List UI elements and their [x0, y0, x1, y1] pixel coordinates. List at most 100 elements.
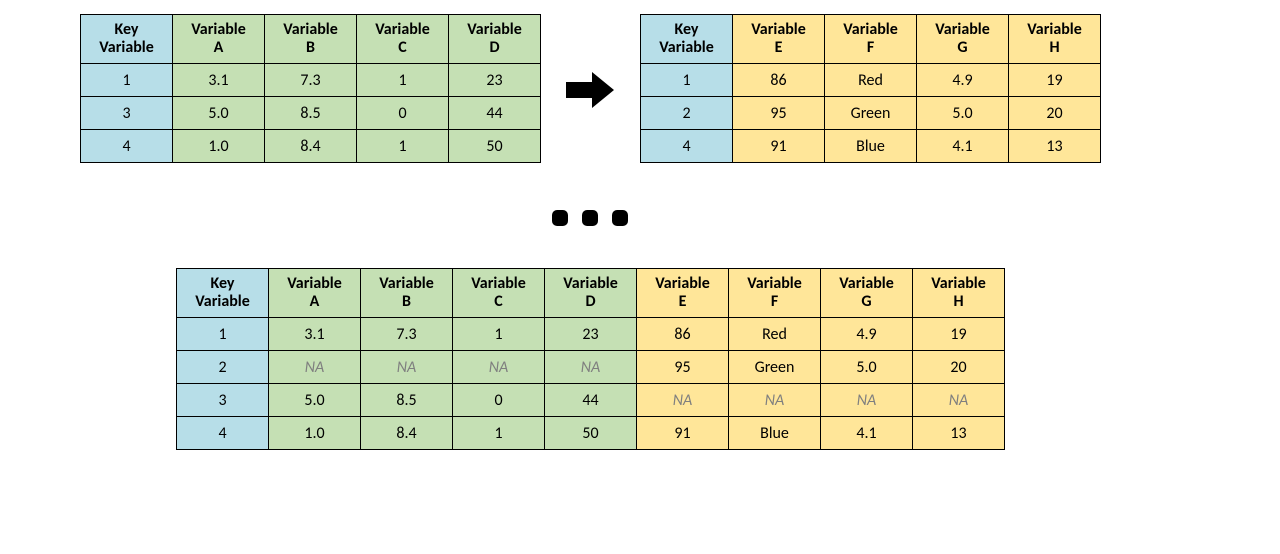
data-cell: Blue [729, 417, 821, 450]
key-cell: 3 [81, 97, 173, 130]
col-header-key: Key Variable [641, 15, 733, 64]
data-cell: 3.1 [173, 64, 265, 97]
data-cell: 8.5 [361, 384, 453, 417]
na-cell: NA [637, 384, 729, 417]
col-header-key: Key Variable [177, 269, 269, 318]
table-row: 1 86 Red 4.9 19 [641, 64, 1101, 97]
data-cell: 8.5 [265, 97, 357, 130]
data-cell: 86 [637, 318, 729, 351]
data-cell: 0 [357, 97, 449, 130]
data-cell: 20 [1009, 97, 1101, 130]
table-row: 2 NA NA NA NA 95 Green 5.0 20 [177, 351, 1005, 384]
data-cell: 1 [453, 318, 545, 351]
table-header-row: Key Variable Variable A Variable B Varia… [177, 269, 1005, 318]
data-cell: 86 [733, 64, 825, 97]
key-cell: 1 [641, 64, 733, 97]
key-cell: 3 [177, 384, 269, 417]
col-header-a: Variable A [173, 15, 265, 64]
key-cell: 2 [641, 97, 733, 130]
na-cell: NA [913, 384, 1005, 417]
data-cell: 23 [545, 318, 637, 351]
data-cell: Red [729, 318, 821, 351]
data-cell: Blue [825, 130, 917, 163]
col-header-c: Variable C [357, 15, 449, 64]
key-cell: 4 [177, 417, 269, 450]
na-cell: NA [729, 384, 821, 417]
table-header-row: Key Variable Variable A Variable B Varia… [81, 15, 541, 64]
data-cell: 1.0 [173, 130, 265, 163]
col-header-f: Variable F [825, 15, 917, 64]
data-cell: 50 [545, 417, 637, 450]
data-cell: 1.0 [269, 417, 361, 450]
na-cell: NA [361, 351, 453, 384]
col-header-d: Variable D [449, 15, 541, 64]
data-cell: 13 [1009, 130, 1101, 163]
merged-table: Key Variable Variable A Variable B Varia… [176, 268, 1005, 450]
col-header-f: Variable F [729, 269, 821, 318]
table-row: 1 3.1 7.3 1 23 86 Red 4.9 19 [177, 318, 1005, 351]
col-header-b: Variable B [265, 15, 357, 64]
data-cell: 4.9 [821, 318, 913, 351]
data-cell: 23 [449, 64, 541, 97]
na-cell: NA [545, 351, 637, 384]
col-header-c: Variable C [453, 269, 545, 318]
data-cell: 8.4 [361, 417, 453, 450]
left-table: Key Variable Variable A Variable B Varia… [80, 14, 541, 163]
data-cell: 13 [913, 417, 1005, 450]
data-cell: 5.0 [821, 351, 913, 384]
diagram-canvas: Key Variable Variable A Variable B Varia… [0, 0, 1280, 554]
data-cell: 19 [1009, 64, 1101, 97]
table-row: 1 3.1 7.3 1 23 [81, 64, 541, 97]
table-row: 4 1.0 8.4 1 50 91 Blue 4.1 13 [177, 417, 1005, 450]
data-cell: 95 [637, 351, 729, 384]
na-cell: NA [269, 351, 361, 384]
col-header-e: Variable E [733, 15, 825, 64]
table-row: 2 95 Green 5.0 20 [641, 97, 1101, 130]
key-cell: 4 [641, 130, 733, 163]
data-cell: Red [825, 64, 917, 97]
table-row: 4 91 Blue 4.1 13 [641, 130, 1101, 163]
col-header-g: Variable G [821, 269, 913, 318]
col-header-key: Key Variable [81, 15, 173, 64]
data-cell: 1 [453, 417, 545, 450]
data-cell: 5.0 [917, 97, 1009, 130]
data-cell: 1 [357, 130, 449, 163]
data-cell: 7.3 [265, 64, 357, 97]
data-cell: Green [729, 351, 821, 384]
data-cell: 4.1 [821, 417, 913, 450]
data-cell: 0 [453, 384, 545, 417]
data-cell: 91 [733, 130, 825, 163]
col-header-h: Variable H [1009, 15, 1101, 64]
key-cell: 1 [81, 64, 173, 97]
data-cell: 5.0 [173, 97, 265, 130]
data-cell: 1 [357, 64, 449, 97]
key-cell: 2 [177, 351, 269, 384]
ellipsis-icon [552, 210, 628, 226]
col-header-a: Variable A [269, 269, 361, 318]
data-cell: 50 [449, 130, 541, 163]
data-cell: 44 [449, 97, 541, 130]
col-header-g: Variable G [917, 15, 1009, 64]
table-row: 3 5.0 8.5 0 44 [81, 97, 541, 130]
data-cell: 4.1 [917, 130, 1009, 163]
data-cell: 5.0 [269, 384, 361, 417]
data-cell: 3.1 [269, 318, 361, 351]
right-table: Key Variable Variable E Variable F Varia… [640, 14, 1101, 163]
data-cell: Green [825, 97, 917, 130]
table-row: 4 1.0 8.4 1 50 [81, 130, 541, 163]
arrow-right-icon [560, 70, 620, 110]
data-cell: 95 [733, 97, 825, 130]
data-cell: 4.9 [917, 64, 1009, 97]
data-cell: 44 [545, 384, 637, 417]
na-cell: NA [453, 351, 545, 384]
key-cell: 4 [81, 130, 173, 163]
data-cell: 19 [913, 318, 1005, 351]
col-header-d: Variable D [545, 269, 637, 318]
col-header-h: Variable H [913, 269, 1005, 318]
table-header-row: Key Variable Variable E Variable F Varia… [641, 15, 1101, 64]
data-cell: 91 [637, 417, 729, 450]
data-cell: 8.4 [265, 130, 357, 163]
key-cell: 1 [177, 318, 269, 351]
data-cell: 7.3 [361, 318, 453, 351]
na-cell: NA [821, 384, 913, 417]
